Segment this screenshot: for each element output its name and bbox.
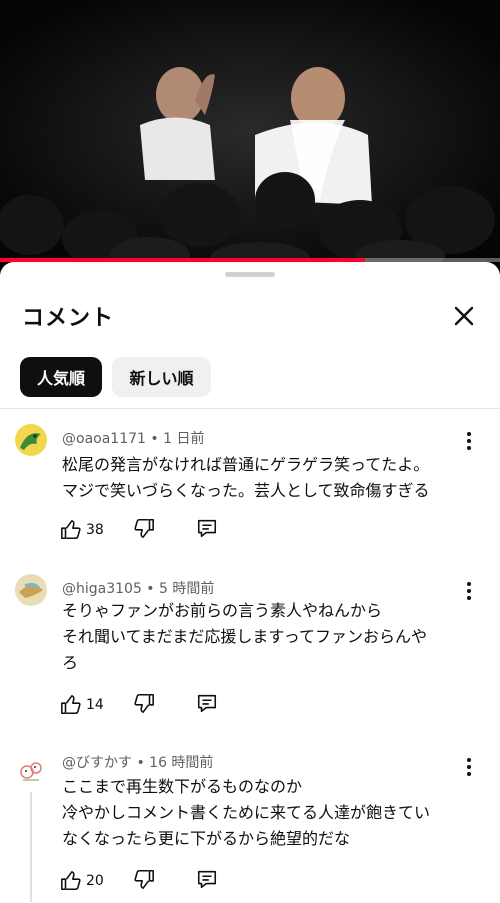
video-player[interactable] [0,0,500,262]
thumb-down-icon[interactable] [133,868,155,890]
like-count: 20 [86,873,104,889]
comment-time: 16 時間前 [149,755,214,771]
comment-time: 1 日前 [163,431,205,447]
comment-line: 松尾の発言がなければ普通にゲラゲラ笑ってたよ。 [62,455,430,474]
sort-chip-newest[interactable]: 新しい順 [112,357,211,397]
reply-icon[interactable] [196,517,218,539]
close-icon[interactable] [448,300,480,332]
comment-author[interactable]: @びすかす [62,755,132,771]
thumb-down-icon[interactable] [133,517,155,539]
sort-chip-popular[interactable]: 人気順 [20,357,102,397]
reply-thread-line [30,792,32,902]
comment-author[interactable]: @oaoa1171 [62,431,146,447]
reply-icon[interactable] [196,868,218,890]
comment-actions: 20 [60,868,217,894]
comment-line: それ聞いてまだまだ応援しますってファンおらんや [62,627,427,646]
avatar[interactable] [15,754,47,786]
reply-icon[interactable] [196,692,218,714]
comment-line: マジで笑いづらくなった。芸人として致命傷すぎる [62,481,430,500]
comment-meta: @びすかす • 16 時間前 [62,755,214,771]
thumb-up-icon [61,520,81,540]
comment-text: ここまで再生数下がるものなのか 冷やかしコメント書くために来てる人達が飽きてい … [62,774,462,852]
comment-line: ここまで再生数下がるものなのか [62,777,303,796]
comment-meta: @higa3105 • 5 時間前 [62,581,215,597]
comment-line: ろ [62,653,79,672]
like-button[interactable]: 38 [60,519,104,541]
like-button[interactable]: 14 [60,694,104,716]
avatar[interactable] [15,424,47,456]
comment-meta: @oaoa1171 • 1 日前 [62,431,205,447]
comment-actions: 38 [60,517,217,543]
like-button[interactable]: 20 [60,870,104,892]
comment-text: そりゃファンがお前らの言う素人やねんから それ聞いてまだまだ応援しますってファン… [62,598,462,676]
comments-panel: コメント 人気順 新しい順 @oaoa1171 • 1 日前 松尾の発言がなけれ… [0,262,500,903]
comment-line: そりゃファンがお前らの言う素人やねんから [62,601,383,620]
video-frame [0,0,500,262]
comment-line: なくなったら更に下がるから絶望的だな [62,829,351,848]
like-count: 14 [86,697,104,713]
panel-title: コメント [22,306,115,331]
comment-time: 5 時間前 [159,581,215,597]
like-count: 38 [86,522,104,538]
comment-actions: 14 [60,692,217,718]
more-vert-icon[interactable] [460,580,478,602]
comment-line: 冷やかしコメント書くために来てる人達が飽きてい [62,803,431,822]
thumb-up-icon [61,871,81,891]
more-vert-icon[interactable] [460,430,478,452]
thumb-up-icon [61,695,81,715]
more-vert-icon[interactable] [460,756,478,778]
avatar[interactable] [15,574,47,606]
drag-handle[interactable] [225,272,275,277]
divider [0,408,500,409]
comment-author[interactable]: @higa3105 [62,581,142,597]
thumb-down-icon[interactable] [133,692,155,714]
comment-text: 松尾の発言がなければ普通にゲラゲラ笑ってたよ。 マジで笑いづらくなった。芸人とし… [62,452,462,504]
